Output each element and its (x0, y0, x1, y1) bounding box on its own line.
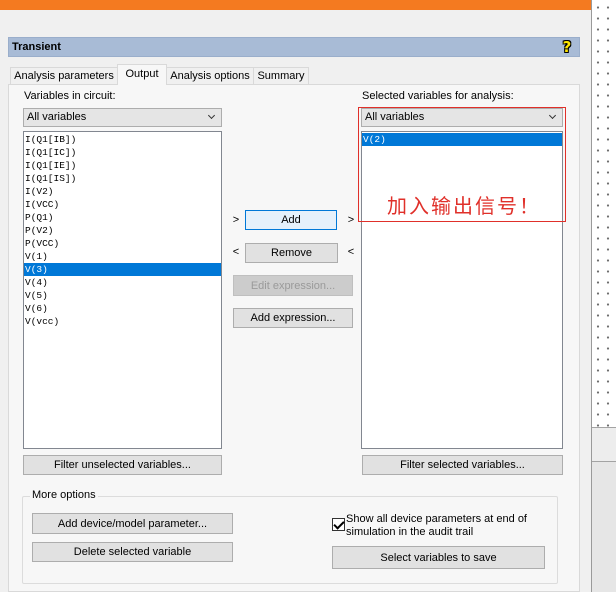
show-device-params-checkbox[interactable] (332, 518, 345, 531)
list-item[interactable]: V(6) (24, 302, 221, 315)
list-item[interactable]: V(3) (24, 263, 221, 276)
background-window-area (592, 462, 616, 592)
dropdown-value: All variables (27, 111, 87, 123)
add-expression-button[interactable]: Add expression... (233, 308, 353, 328)
more-options-legend: More options (30, 489, 98, 502)
list-item[interactable]: P(VCC) (24, 237, 221, 250)
add-button[interactable]: Add (245, 210, 337, 230)
circuit-variables-label: Variables in circuit: (24, 90, 116, 102)
add-device-parameter-button[interactable]: Add device/model parameter... (32, 513, 233, 534)
add-arrow-right: > (347, 214, 355, 226)
tab-output[interactable]: Output (117, 64, 167, 85)
add-arrow-left: > (232, 214, 240, 226)
dialog-title-bar: Transient (8, 37, 580, 57)
selected-variables-label: Selected variables for analysis: (362, 90, 514, 102)
edit-expression-button[interactable]: Edit expression... (233, 275, 353, 296)
filter-unselected-button[interactable]: Filter unselected variables... (23, 455, 222, 475)
annotation-note: 加入输出信号！ (387, 194, 541, 218)
list-item[interactable]: V(vcc) (24, 315, 221, 328)
chevron-down-icon (207, 111, 216, 120)
circuit-variables-list[interactable]: I(Q1[IB]) I(Q1[IC]) I(Q1[IE]) I(Q1[IS]) I(V2… (23, 131, 222, 449)
list-item[interactable]: V(1) (24, 250, 221, 263)
show-device-params-label-line1: Show all device parameters at end of (346, 513, 527, 525)
help-question-icon[interactable] (560, 38, 574, 56)
circuit-variables-filter-dropdown[interactable]: All variables (23, 108, 222, 127)
list-item[interactable]: I(VCC) (24, 198, 221, 211)
list-item[interactable]: V(4) (24, 276, 221, 289)
tab-analysis-options[interactable]: Analysis options (166, 67, 254, 85)
select-variables-to-save-button[interactable]: Select variables to save (332, 546, 545, 569)
filter-selected-button[interactable]: Filter selected variables... (362, 455, 563, 475)
remove-arrow-left: < (232, 246, 240, 258)
background-window-accent-bar (0, 0, 592, 10)
list-item[interactable]: I(V2) (24, 185, 221, 198)
background-window-edge (592, 427, 616, 462)
background-dotted-canvas (592, 0, 616, 427)
list-item[interactable]: V(5) (24, 289, 221, 302)
remove-button[interactable]: Remove (245, 243, 338, 263)
more-options-group: More options Add device/model parameter.… (22, 489, 558, 584)
list-item[interactable]: P(V2) (24, 224, 221, 237)
tab-analysis-parameters[interactable]: Analysis parameters (10, 67, 118, 85)
delete-selected-variable-button[interactable]: Delete selected variable (32, 542, 233, 562)
tab-summary[interactable]: Summary (253, 67, 309, 85)
dialog-title: Transient (12, 41, 61, 53)
remove-arrow-right: < (347, 246, 355, 258)
list-item[interactable]: I(Q1[IC]) (24, 146, 221, 159)
show-device-params-label-line2: simulation in the audit trail (346, 526, 474, 538)
list-item[interactable]: I(Q1[IS]) (24, 172, 221, 185)
list-item[interactable]: I(Q1[IE]) (24, 159, 221, 172)
list-item[interactable]: I(Q1[IB]) (24, 133, 221, 146)
list-item[interactable]: P(Q1) (24, 211, 221, 224)
